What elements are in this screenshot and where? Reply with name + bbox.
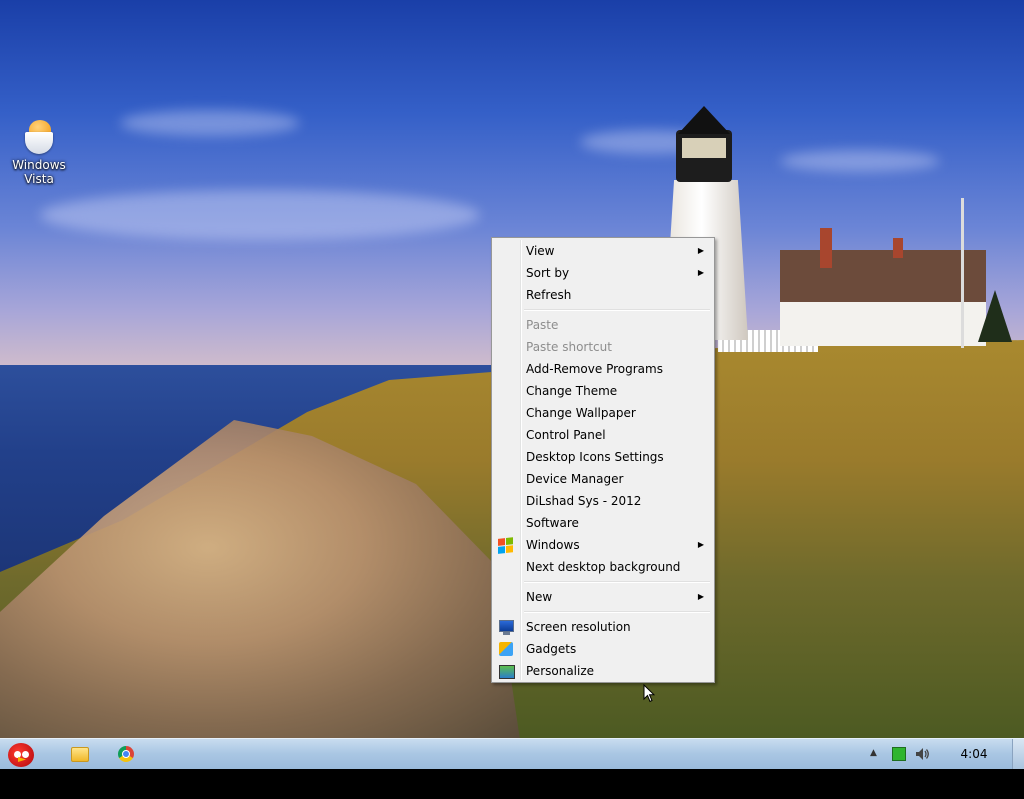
menu-item-label: Software [526,516,579,530]
submenu-arrow-icon: ▶ [697,540,704,549]
show-hidden-icons-arrow[interactable]: ▲ [870,748,877,758]
menu-item-personalize[interactable]: Personalize [494,660,712,682]
wallpaper-cloud [40,190,480,240]
menu-item-paste-shortcut: Paste shortcut [494,336,712,358]
menu-item-label: Screen resolution [526,620,631,634]
windows-flag-icon [498,537,514,554]
menu-item-label: Paste shortcut [526,340,612,354]
menu-item-label: Change Theme [526,384,618,398]
menu-item-sort-by[interactable]: Sort by ▶ [494,262,712,284]
mouse-cursor-icon [643,684,655,703]
desktop-context-menu: View ▶ Sort by ▶ Refresh Paste Paste sho… [491,237,715,683]
taskbar-explorer-button[interactable] [60,741,100,767]
wallpaper-cloud [120,110,300,136]
menu-item-label: Add-Remove Programs [526,362,663,376]
menu-item-label: View [526,244,555,258]
menu-item-label: Next desktop background [526,560,681,574]
menu-item-label: DiLshad Sys - 2012 [526,494,642,508]
menu-item-label: Desktop Icons Settings [526,450,664,464]
menu-item-refresh[interactable]: Refresh [494,284,712,306]
menu-item-control-panel[interactable]: Control Panel [494,424,712,446]
submenu-arrow-icon: ▶ [697,246,704,255]
show-desktop-button[interactable] [1012,739,1024,769]
lighthouse-glass [682,138,726,158]
menu-separator [524,309,710,311]
wallpaper-chimney [893,238,903,258]
wallpaper-house-roof [780,250,986,302]
taskbar-clock[interactable]: 4:04 AM [950,739,998,791]
personalize-icon [498,663,515,679]
menu-item-change-theme[interactable]: Change Theme [494,380,712,402]
menu-separator [524,611,710,613]
wallpaper-flagpole [961,198,964,348]
network-icon[interactable] [892,747,906,761]
taskbar-chrome-button[interactable] [106,741,146,767]
menu-item-label: Windows [526,538,580,552]
menu-item-device-manager[interactable]: Device Manager [494,468,712,490]
menu-item-label: Personalize [526,664,595,678]
menu-item-view[interactable]: View ▶ [494,240,712,262]
menu-item-label: Sort by [526,266,570,280]
chrome-icon [118,746,134,762]
menu-item-label: Device Manager [526,472,624,486]
menu-item-paste: Paste [494,314,712,336]
menu-item-screen-resolution[interactable]: Screen resolution [494,616,712,638]
menu-item-label: Control Panel [526,428,606,442]
menu-item-gadgets[interactable]: Gadgets [494,638,712,660]
menu-item-desktop-icons-settings[interactable]: Desktop Icons Settings [494,446,712,468]
desktop-icon-label: Windows Vista [12,158,66,186]
volume-icon[interactable] [914,746,930,762]
menu-item-label: New [526,590,553,604]
explorer-folder-icon [71,746,89,762]
submenu-arrow-icon: ▶ [697,268,704,277]
submenu-arrow-icon: ▶ [697,592,704,601]
wallpaper-chimney [820,228,832,268]
desktop-icon-windows-vista[interactable]: Windows Vista [8,118,70,186]
menu-item-add-remove-programs[interactable]: Add-Remove Programs [494,358,712,380]
gadgets-icon [498,641,514,657]
start-button[interactable] [4,739,40,767]
windows-vista-icon [23,118,55,158]
menu-item-label: Gadgets [526,642,577,656]
menu-item-change-wallpaper[interactable]: Change Wallpaper [494,402,712,424]
menu-item-label: Refresh [526,288,572,302]
cup-shape [25,132,53,154]
menu-item-software[interactable]: Software [494,512,712,534]
menu-separator [524,581,710,583]
screen-resolution-icon [498,619,514,635]
taskbar: ▲ 4:04 AM [0,738,1024,791]
menu-item-dilshad-sys[interactable]: DiLshad Sys - 2012 [494,490,712,512]
menu-item-label: Change Wallpaper [526,406,636,420]
menu-item-windows[interactable]: Windows ▶ [494,534,712,556]
wallpaper-cloud [780,150,940,172]
menu-item-label: Paste [526,318,559,332]
menu-item-next-desktop-background[interactable]: Next desktop background [494,556,712,578]
menu-item-new[interactable]: New ▶ [494,586,712,608]
